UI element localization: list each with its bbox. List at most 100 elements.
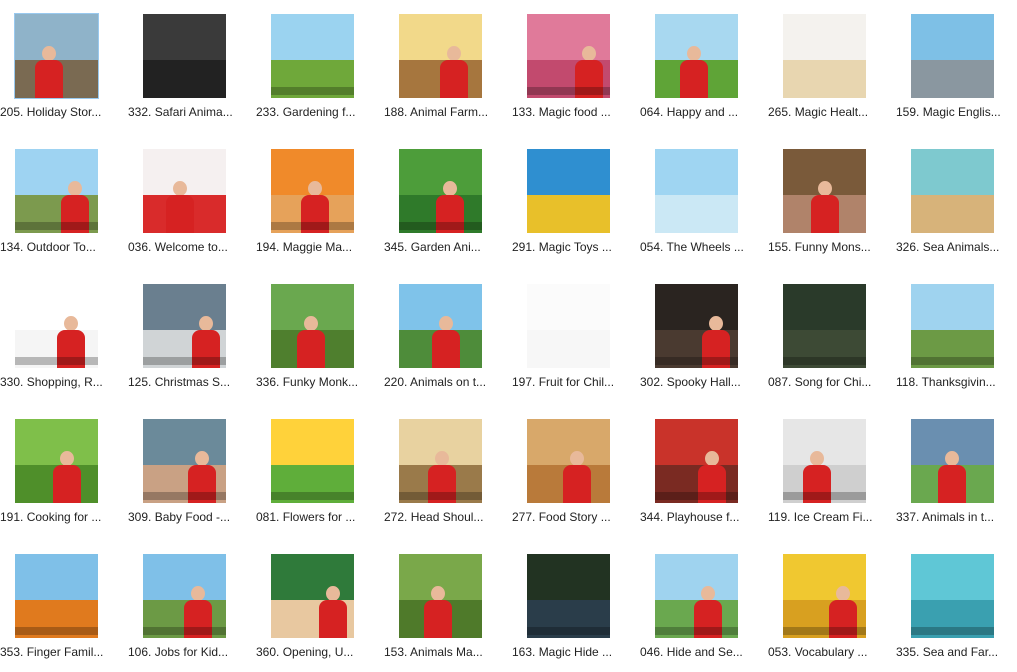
video-thumbnail[interactable] (783, 419, 866, 503)
file-name-label[interactable]: 277. Food Story ... (512, 510, 634, 524)
video-thumbnail[interactable] (783, 284, 866, 368)
video-file-item[interactable]: 220. Animals on t... (384, 270, 506, 402)
video-thumbnail[interactable] (655, 554, 738, 638)
file-name-label[interactable]: 036. Welcome to... (128, 240, 250, 254)
file-name-label[interactable]: 064. Happy and ... (640, 105, 762, 119)
video-file-item[interactable]: 191. Cooking for ... (0, 405, 122, 537)
file-name-label[interactable]: 326. Sea Animals... (896, 240, 1017, 254)
file-name-label[interactable]: 302. Spooky Hall... (640, 375, 762, 389)
video-file-item[interactable]: 064. Happy and ... (640, 0, 762, 132)
video-file-item[interactable]: 155. Funny Mons... (768, 135, 890, 267)
video-thumbnail[interactable] (143, 14, 226, 98)
video-thumbnail[interactable] (271, 554, 354, 638)
video-file-item[interactable]: 134. Outdoor To... (0, 135, 122, 267)
file-name-label[interactable]: 046. Hide and Se... (640, 645, 762, 659)
video-thumbnail[interactable] (911, 149, 994, 233)
video-thumbnail[interactable] (143, 284, 226, 368)
video-thumbnail[interactable] (527, 284, 610, 368)
video-file-item[interactable]: 046. Hide and Se... (640, 540, 762, 672)
video-file-item[interactable]: 163. Magic Hide ... (512, 540, 634, 672)
file-name-label[interactable]: 081. Flowers for ... (256, 510, 378, 524)
file-name-label[interactable]: 053. Vocabulary ... (768, 645, 890, 659)
video-thumbnail[interactable] (15, 284, 98, 368)
file-name-label[interactable]: 272. Head Shoul... (384, 510, 506, 524)
file-name-label[interactable]: 163. Magic Hide ... (512, 645, 634, 659)
video-thumbnail[interactable] (399, 554, 482, 638)
video-thumbnail[interactable] (527, 554, 610, 638)
video-file-item[interactable]: 309. Baby Food -... (128, 405, 250, 537)
video-file-item[interactable]: 302. Spooky Hall... (640, 270, 762, 402)
file-name-label[interactable]: 336. Funky Monk... (256, 375, 378, 389)
video-file-item[interactable]: 353. Finger Famil... (0, 540, 122, 672)
file-name-label[interactable]: 197. Fruit for Chil... (512, 375, 634, 389)
file-name-label[interactable]: 344. Playhouse f... (640, 510, 762, 524)
video-thumbnail[interactable] (655, 419, 738, 503)
video-thumbnail[interactable] (399, 149, 482, 233)
video-file-item[interactable]: 272. Head Shoul... (384, 405, 506, 537)
video-file-item[interactable]: 194. Maggie Ma... (256, 135, 378, 267)
video-file-item[interactable]: 119. Ice Cream Fi... (768, 405, 890, 537)
video-thumbnail[interactable] (14, 13, 99, 99)
file-name-label[interactable]: 205. Holiday Stor... (0, 105, 122, 119)
video-thumbnail[interactable] (271, 14, 354, 98)
file-name-label[interactable]: 155. Funny Mons... (768, 240, 890, 254)
file-name-label[interactable]: 153. Animals Ma... (384, 645, 506, 659)
video-thumbnail[interactable] (271, 284, 354, 368)
file-name-label[interactable]: 309. Baby Food -... (128, 510, 250, 524)
video-thumbnail[interactable] (399, 419, 482, 503)
file-name-label[interactable]: 188. Animal Farm... (384, 105, 506, 119)
video-thumbnail[interactable] (527, 149, 610, 233)
file-name-label[interactable]: 220. Animals on t... (384, 375, 506, 389)
video-thumbnail[interactable] (143, 554, 226, 638)
file-name-label[interactable]: 087. Song for Chi... (768, 375, 890, 389)
video-file-item[interactable]: 125. Christmas S... (128, 270, 250, 402)
video-file-item[interactable]: 153. Animals Ma... (384, 540, 506, 672)
video-file-item[interactable]: 159. Magic Englis... (896, 0, 1017, 132)
video-file-item[interactable]: 233. Gardening f... (256, 0, 378, 132)
video-file-item[interactable]: 087. Song for Chi... (768, 270, 890, 402)
video-thumbnail[interactable] (783, 554, 866, 638)
file-name-label[interactable]: 159. Magic Englis... (896, 105, 1017, 119)
file-name-label[interactable]: 345. Garden Ani... (384, 240, 506, 254)
file-name-label[interactable]: 125. Christmas S... (128, 375, 250, 389)
file-name-label[interactable]: 360. Opening, U... (256, 645, 378, 659)
file-name-label[interactable]: 054. The Wheels ... (640, 240, 762, 254)
video-thumbnail[interactable] (15, 554, 98, 638)
video-file-item[interactable]: 188. Animal Farm... (384, 0, 506, 132)
file-name-label[interactable]: 233. Gardening f... (256, 105, 378, 119)
video-file-item[interactable]: 332. Safari Anima... (128, 0, 250, 132)
video-thumbnail[interactable] (911, 419, 994, 503)
file-name-label[interactable]: 330. Shopping, R... (0, 375, 122, 389)
video-file-item[interactable]: 133. Magic food ... (512, 0, 634, 132)
file-name-label[interactable]: 291. Magic Toys ... (512, 240, 634, 254)
video-file-item[interactable]: 345. Garden Ani... (384, 135, 506, 267)
video-file-item[interactable]: 336. Funky Monk... (256, 270, 378, 402)
video-file-item[interactable]: 326. Sea Animals... (896, 135, 1017, 267)
video-file-item[interactable]: 344. Playhouse f... (640, 405, 762, 537)
video-thumbnail[interactable] (143, 149, 226, 233)
video-file-item[interactable]: 360. Opening, U... (256, 540, 378, 672)
file-name-label[interactable]: 133. Magic food ... (512, 105, 634, 119)
video-thumbnail[interactable] (15, 419, 98, 503)
video-thumbnail[interactable] (783, 149, 866, 233)
video-file-item[interactable]: 330. Shopping, R... (0, 270, 122, 402)
video-file-item[interactable]: 337. Animals in t... (896, 405, 1017, 537)
video-thumbnail[interactable] (527, 14, 610, 98)
video-thumbnail[interactable] (655, 284, 738, 368)
file-name-label[interactable]: 337. Animals in t... (896, 510, 1017, 524)
file-name-label[interactable]: 119. Ice Cream Fi... (768, 510, 890, 524)
file-name-label[interactable]: 332. Safari Anima... (128, 105, 250, 119)
video-file-item[interactable]: 291. Magic Toys ... (512, 135, 634, 267)
file-name-label[interactable]: 118. Thanksgivin... (896, 375, 1017, 389)
file-name-label[interactable]: 194. Maggie Ma... (256, 240, 378, 254)
video-thumbnail[interactable] (783, 14, 866, 98)
file-name-label[interactable]: 134. Outdoor To... (0, 240, 122, 254)
video-file-item[interactable]: 036. Welcome to... (128, 135, 250, 267)
video-file-item[interactable]: 053. Vocabulary ... (768, 540, 890, 672)
video-thumbnail[interactable] (911, 554, 994, 638)
video-thumbnail[interactable] (15, 149, 98, 233)
video-file-item[interactable]: 335. Sea and Far... (896, 540, 1017, 672)
video-thumbnail[interactable] (655, 149, 738, 233)
video-thumbnail[interactable] (655, 14, 738, 98)
file-name-label[interactable]: 335. Sea and Far... (896, 645, 1017, 659)
